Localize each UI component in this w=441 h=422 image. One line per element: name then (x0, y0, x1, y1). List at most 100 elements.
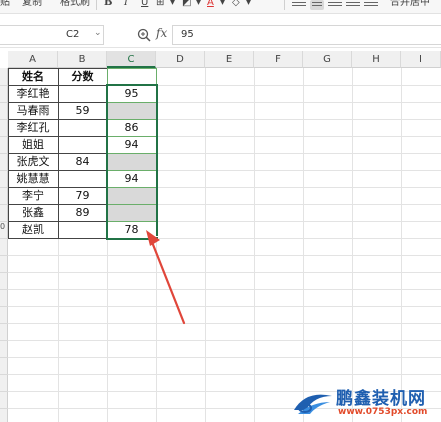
row-header-divider (0, 357, 8, 358)
score-cell[interactable] (58, 170, 107, 187)
name-cell[interactable]: 姐姐 (8, 136, 58, 153)
selection-range[interactable] (106, 84, 158, 240)
format-painter-button[interactable]: 格式刷 (60, 0, 90, 10)
column-header-c[interactable]: C (107, 51, 156, 68)
grid-column-line (254, 68, 255, 422)
grid-column-line (401, 68, 402, 422)
grid-row-line (8, 357, 441, 358)
score-cell[interactable] (58, 221, 107, 238)
fill-color-icon[interactable]: ◩ (182, 0, 191, 10)
row-header-divider (0, 153, 8, 154)
row-header-gutter[interactable]: 0 (0, 68, 8, 422)
column-header-b[interactable]: B (58, 51, 107, 68)
fill-dropdown-icon[interactable]: ▾ (196, 0, 201, 10)
border-icon[interactable]: ⊞ (156, 0, 164, 10)
row-header-divider (0, 272, 8, 273)
grid-row-line (8, 306, 441, 307)
header-cell-score[interactable]: 分数 (58, 68, 107, 85)
column-header-d[interactable]: D (156, 51, 205, 68)
justify-icon[interactable] (346, 0, 360, 10)
align-center-icon[interactable] (310, 0, 324, 10)
grid-row-line (8, 289, 441, 290)
grid-column-line (352, 68, 353, 422)
grid-row-line (8, 272, 441, 273)
ribbon-divider (284, 0, 285, 10)
column-header-i[interactable]: I (401, 51, 441, 68)
grid-row-line (8, 374, 441, 375)
score-cell[interactable]: 84 (58, 153, 107, 170)
column-header-a[interactable]: A (8, 51, 58, 68)
site-watermark: 鹏鑫装机网 www.0753px.com (290, 384, 441, 422)
eraser-dropdown-icon[interactable]: ▾ (246, 0, 251, 10)
underline-button[interactable]: U (141, 0, 148, 10)
formula-input[interactable]: 95 (172, 25, 441, 45)
italic-button[interactable]: I (124, 0, 128, 10)
grid-row-line (8, 340, 441, 341)
name-cell[interactable]: 李宁 (8, 187, 58, 204)
name-cell[interactable]: 张虎文 (8, 153, 58, 170)
merge-center-button[interactable]: 合并居中 (390, 0, 430, 10)
row-header-divider (0, 187, 8, 188)
row-header-divider (0, 255, 8, 256)
row-header-divider (0, 238, 8, 239)
row-header-divider (0, 306, 8, 307)
formula-bar: C2 ⌄ fx 95 (0, 22, 441, 48)
column-header-g[interactable]: G (303, 51, 352, 68)
row-header-divider (0, 323, 8, 324)
table-border-line (8, 238, 107, 239)
column-header-e[interactable]: E (205, 51, 254, 68)
row-header-divider (0, 85, 8, 86)
brand-name: 鹏鑫装机网 (336, 389, 426, 409)
score-cell[interactable] (58, 136, 107, 153)
header-cell-name[interactable]: 姓名 (8, 68, 58, 85)
border-dropdown-icon[interactable]: ▾ (170, 0, 175, 10)
distributed-icon[interactable] (364, 0, 378, 10)
row-header-divider (0, 374, 8, 375)
row-header-divider (0, 221, 8, 222)
row-header-divider (0, 289, 8, 290)
align-left-icon[interactable] (292, 0, 306, 10)
column-header-h[interactable]: H (352, 51, 401, 68)
score-cell[interactable] (58, 119, 107, 136)
brand-logo-icon (294, 394, 332, 414)
row-header-divider (0, 391, 8, 392)
spreadsheet-window: 贴 复制 格式刷 B I U ⊞ ▾ ◩ ▾ A ▾ ◇ ▾ 合并居中 C2 ⌄ (0, 0, 441, 422)
name-cell[interactable]: 李红艳 (8, 85, 58, 102)
paste-button[interactable]: 贴 (0, 0, 10, 10)
column-header-f[interactable]: F (254, 51, 303, 68)
bold-button[interactable]: B (104, 0, 112, 10)
name-cell[interactable]: 赵凯 (8, 221, 58, 238)
header-cell-c[interactable] (107, 68, 156, 85)
font-color-dropdown-icon[interactable]: ▾ (220, 0, 225, 10)
ribbon-divider (96, 0, 97, 10)
fx-icon[interactable]: fx (156, 26, 167, 40)
name-cell[interactable]: 李红孔 (8, 119, 58, 136)
row-header-divider (0, 102, 8, 103)
formula-value: 95 (181, 29, 194, 40)
row-header-divider (0, 408, 8, 409)
row-header-divider (0, 119, 8, 120)
row-header-divider (0, 204, 8, 205)
eraser-icon[interactable]: ◇ (232, 0, 240, 10)
score-cell[interactable]: 59 (58, 102, 107, 119)
score-cell[interactable]: 79 (58, 187, 107, 204)
annotation-arrow (146, 230, 186, 325)
font-color-button[interactable]: A (207, 0, 214, 10)
align-right-icon[interactable] (328, 0, 342, 10)
brand-url: www.0753px.com (338, 407, 428, 417)
row-number-fragment: 0 (0, 222, 6, 231)
zoom-icon[interactable] (136, 27, 152, 43)
copy-button[interactable]: 复制 (22, 0, 42, 10)
name-cell[interactable]: 张鑫 (8, 204, 58, 221)
row-header-divider (0, 170, 8, 171)
name-box[interactable]: C2 ⌄ (0, 25, 104, 45)
name-cell[interactable]: 马春雨 (8, 102, 58, 119)
score-cell[interactable] (58, 85, 107, 102)
name-box-dropdown-icon[interactable]: ⌄ (94, 28, 102, 38)
row-header-divider (0, 136, 8, 137)
grid-row-line (8, 255, 441, 256)
row-header-divider (0, 340, 8, 341)
score-cell[interactable]: 89 (58, 204, 107, 221)
name-cell[interactable]: 姚慧慧 (8, 170, 58, 187)
grid-column-line (303, 68, 304, 422)
